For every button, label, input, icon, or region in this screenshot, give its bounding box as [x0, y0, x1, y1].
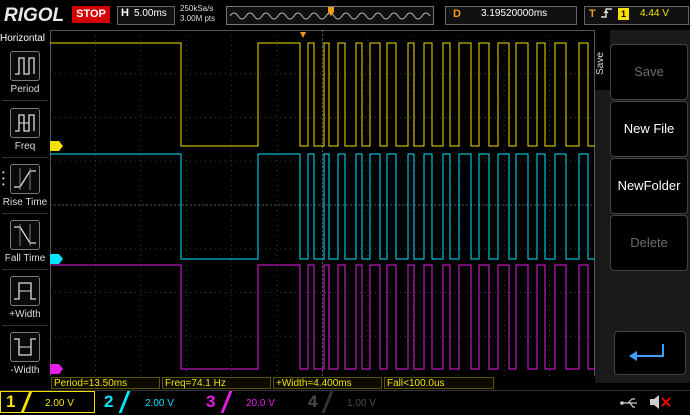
pos-width-label: +Width: [9, 309, 41, 320]
measurement-period: Period=13.50ms: [51, 377, 160, 389]
rise-time-label: Rise Time: [2, 197, 48, 208]
neg-width-measure-button[interactable]: [10, 332, 40, 362]
save-menu-title: Save: [594, 52, 606, 75]
trigger-source-badge: 1: [618, 8, 629, 20]
frequency-icon: [15, 114, 35, 132]
page-indicator-icon: • • •: [2, 168, 5, 189]
freq-label: Freq: [14, 141, 36, 152]
measurement-freq: Freq=74.1 Hz: [162, 377, 271, 389]
memory-depth: 3.00M pts: [180, 14, 216, 23]
neg-width-label: -Width: [10, 365, 40, 376]
new-file-button[interactable]: New File: [610, 101, 688, 157]
save-button[interactable]: Save: [610, 44, 688, 100]
menu-divider: [2, 157, 48, 158]
period-label: Period: [10, 84, 40, 95]
period-icon: [15, 57, 35, 75]
delete-button[interactable]: Delete: [610, 215, 688, 271]
menu-divider: [2, 269, 48, 270]
channel-2-scale: 2.00 V: [145, 398, 174, 409]
trigger-letter: T: [589, 8, 596, 20]
memory-position-bar[interactable]: [226, 6, 434, 25]
rise-time-measure-button[interactable]: [10, 164, 40, 194]
channel-3-marker: [50, 364, 63, 374]
channel-4-scale: 1.00 V: [347, 398, 376, 409]
freq-measure-button[interactable]: [10, 108, 40, 138]
trigger-level: 4.44 V: [640, 8, 669, 19]
speaker-muted-icon[interactable]: [648, 394, 672, 415]
menu-divider: [2, 213, 48, 214]
channel-1-marker: [50, 141, 63, 151]
period-measure-button[interactable]: [10, 51, 40, 81]
channel-2-number[interactable]: 2: [104, 392, 113, 412]
timebase-value: 5.00ms: [134, 8, 167, 19]
rise-time-icon: [14, 168, 36, 190]
rising-edge-icon: [600, 7, 614, 22]
usb-icon: [620, 396, 640, 414]
delay-value: 3.19520000ms: [481, 8, 548, 19]
channel-4-number[interactable]: 4: [308, 392, 317, 412]
delay-letter: D: [453, 8, 461, 20]
run-stop-status[interactable]: STOP: [72, 6, 110, 23]
waveform-overview-icon: [229, 7, 431, 20]
channel-1-scale: 2.00 V: [45, 398, 74, 409]
trigger-position-marker: [300, 32, 306, 38]
timebase-letter: H: [121, 7, 129, 19]
sample-rate: 250kSa/s: [180, 4, 214, 13]
measurement-pos-width: +Width=4.400ms: [273, 377, 382, 389]
channel-2-marker: [50, 254, 63, 264]
menu-divider: [2, 100, 48, 101]
enter-arrow-icon: [629, 344, 664, 361]
waveform-display[interactable]: [50, 30, 595, 380]
fall-time-measure-button[interactable]: [10, 220, 40, 250]
channel-3-scale: 20.0 V: [246, 398, 275, 409]
measurement-fall-time: Fall<100.0us: [384, 377, 494, 389]
new-folder-button[interactable]: NewFolder: [610, 158, 688, 214]
positive-width-icon: [14, 282, 36, 300]
fall-time-icon: [14, 224, 36, 246]
channel-1-number: 1: [6, 392, 16, 411]
brand-logo: RIGOL: [4, 5, 65, 26]
channel-3-number[interactable]: 3: [206, 392, 215, 412]
measure-menu-title: Horizontal: [0, 33, 46, 44]
waveform-canvas: [50, 30, 595, 380]
negative-width-icon: [14, 338, 36, 356]
enter-button[interactable]: [614, 331, 686, 375]
fall-time-label: Fall Time: [4, 253, 46, 264]
menu-divider: [2, 325, 48, 326]
pos-width-measure-button[interactable]: [10, 276, 40, 306]
